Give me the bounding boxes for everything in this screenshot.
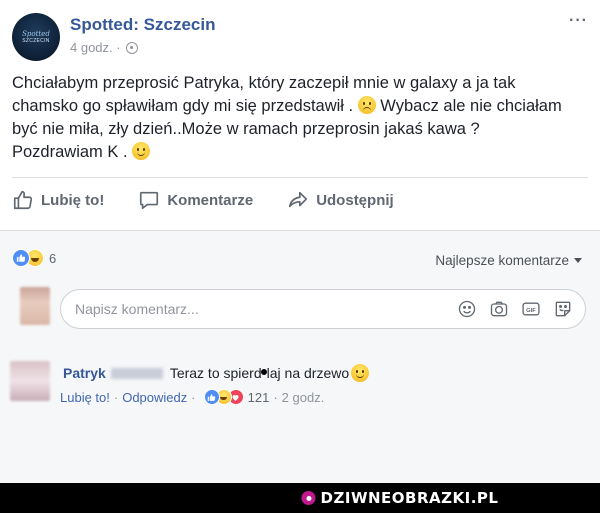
smiley-face-icon — [351, 364, 370, 382]
comment-body: Patryk Teraz to spierd laj na drzewo — [63, 364, 370, 382]
comment-input[interactable] — [75, 290, 435, 328]
share-button[interactable]: Udostępnij — [275, 183, 406, 217]
comment-actions: Lubię to! · Odpowiedz · 121 · 2 godz. — [60, 389, 324, 405]
page-avatar[interactable]: Spotted SZCZECIN — [12, 13, 60, 61]
comment-text-after: laj na drzewo — [266, 365, 350, 381]
post-time[interactable]: 4 godz. · — [70, 40, 121, 55]
commenter-avatar[interactable] — [10, 361, 50, 401]
sort-label: Najlepsze komentarze — [435, 253, 569, 268]
comment-reactions[interactable] — [203, 389, 244, 405]
comment-box: GIF — [60, 289, 586, 329]
post-card: Spotted SZCZECIN Spotted: Szczecin 4 god… — [0, 0, 600, 230]
like-label: Lubię to! — [41, 191, 105, 209]
more-options-button[interactable]: ··· — [569, 12, 588, 30]
like-reaction-icon — [203, 389, 220, 405]
watermark-bar: DZIWNEOBRAZKI.PL — [0, 483, 600, 513]
post-meta: 4 godz. · — [70, 40, 138, 55]
avatar-logo-line1: Spotted — [22, 30, 50, 38]
blurred-surname — [110, 367, 163, 379]
post-text: Chciałabym przeprosić Patryka, który zac… — [12, 72, 572, 164]
watermark-logo-icon — [301, 491, 316, 505]
watermark: DZIWNEOBRAZKI.PL — [301, 489, 499, 507]
like-button[interactable]: Lubię to! — [0, 183, 116, 217]
comment-reply-link[interactable]: Odpowiedz — [122, 390, 187, 405]
watermark-text: DZIWNEOBRAZKI.PL — [320, 489, 499, 507]
gif-icon[interactable]: GIF — [521, 299, 541, 319]
emoji-icon[interactable] — [457, 299, 477, 319]
reaction-count: 6 — [49, 250, 57, 266]
avatar-logo-line2: SZCZECIN — [22, 38, 50, 44]
divider — [12, 177, 588, 178]
post-reactions[interactable]: 6 — [12, 249, 56, 267]
like-reaction-icon — [12, 249, 30, 267]
smiley-face-icon — [132, 142, 151, 160]
svg-text:GIF: GIF — [526, 308, 536, 314]
censor-dot — [260, 369, 267, 375]
share-label: Udostępnij — [316, 191, 394, 209]
thumbs-up-icon — [13, 190, 33, 210]
comments-section: 6 Najlepsze komentarze GIF Patryk — [0, 230, 600, 483]
separator-dot: · — [191, 389, 196, 405]
comment-text-before: Teraz to spierd — [169, 365, 262, 381]
comment-author[interactable]: Patryk — [63, 365, 106, 381]
comment-reaction-count: 121 — [247, 389, 270, 405]
page-name[interactable]: Spotted: Szczecin — [70, 15, 215, 35]
comment-input-tools: GIF — [457, 299, 573, 319]
globe-icon — [125, 41, 138, 54]
post-actions: Lubię to! Komentarze Udostępnij — [0, 183, 600, 217]
comment-bubble-icon — [140, 191, 159, 210]
my-avatar[interactable] — [20, 287, 50, 325]
comment-label: Komentarze — [167, 191, 254, 209]
sticker-icon[interactable] — [553, 299, 573, 319]
share-arrow-icon — [289, 191, 308, 208]
comment-like-link[interactable]: Lubię to! — [60, 390, 110, 405]
sad-face-icon — [357, 96, 376, 114]
sort-comments-dropdown[interactable]: Najlepsze komentarze — [435, 253, 582, 268]
comment-button[interactable]: Komentarze — [126, 183, 265, 217]
separator-dot: · — [113, 389, 119, 405]
camera-icon[interactable] — [489, 299, 509, 319]
comment-time[interactable]: 2 godz. — [282, 390, 325, 405]
separator-dot: · — [273, 389, 278, 405]
caret-down-icon — [574, 258, 582, 263]
